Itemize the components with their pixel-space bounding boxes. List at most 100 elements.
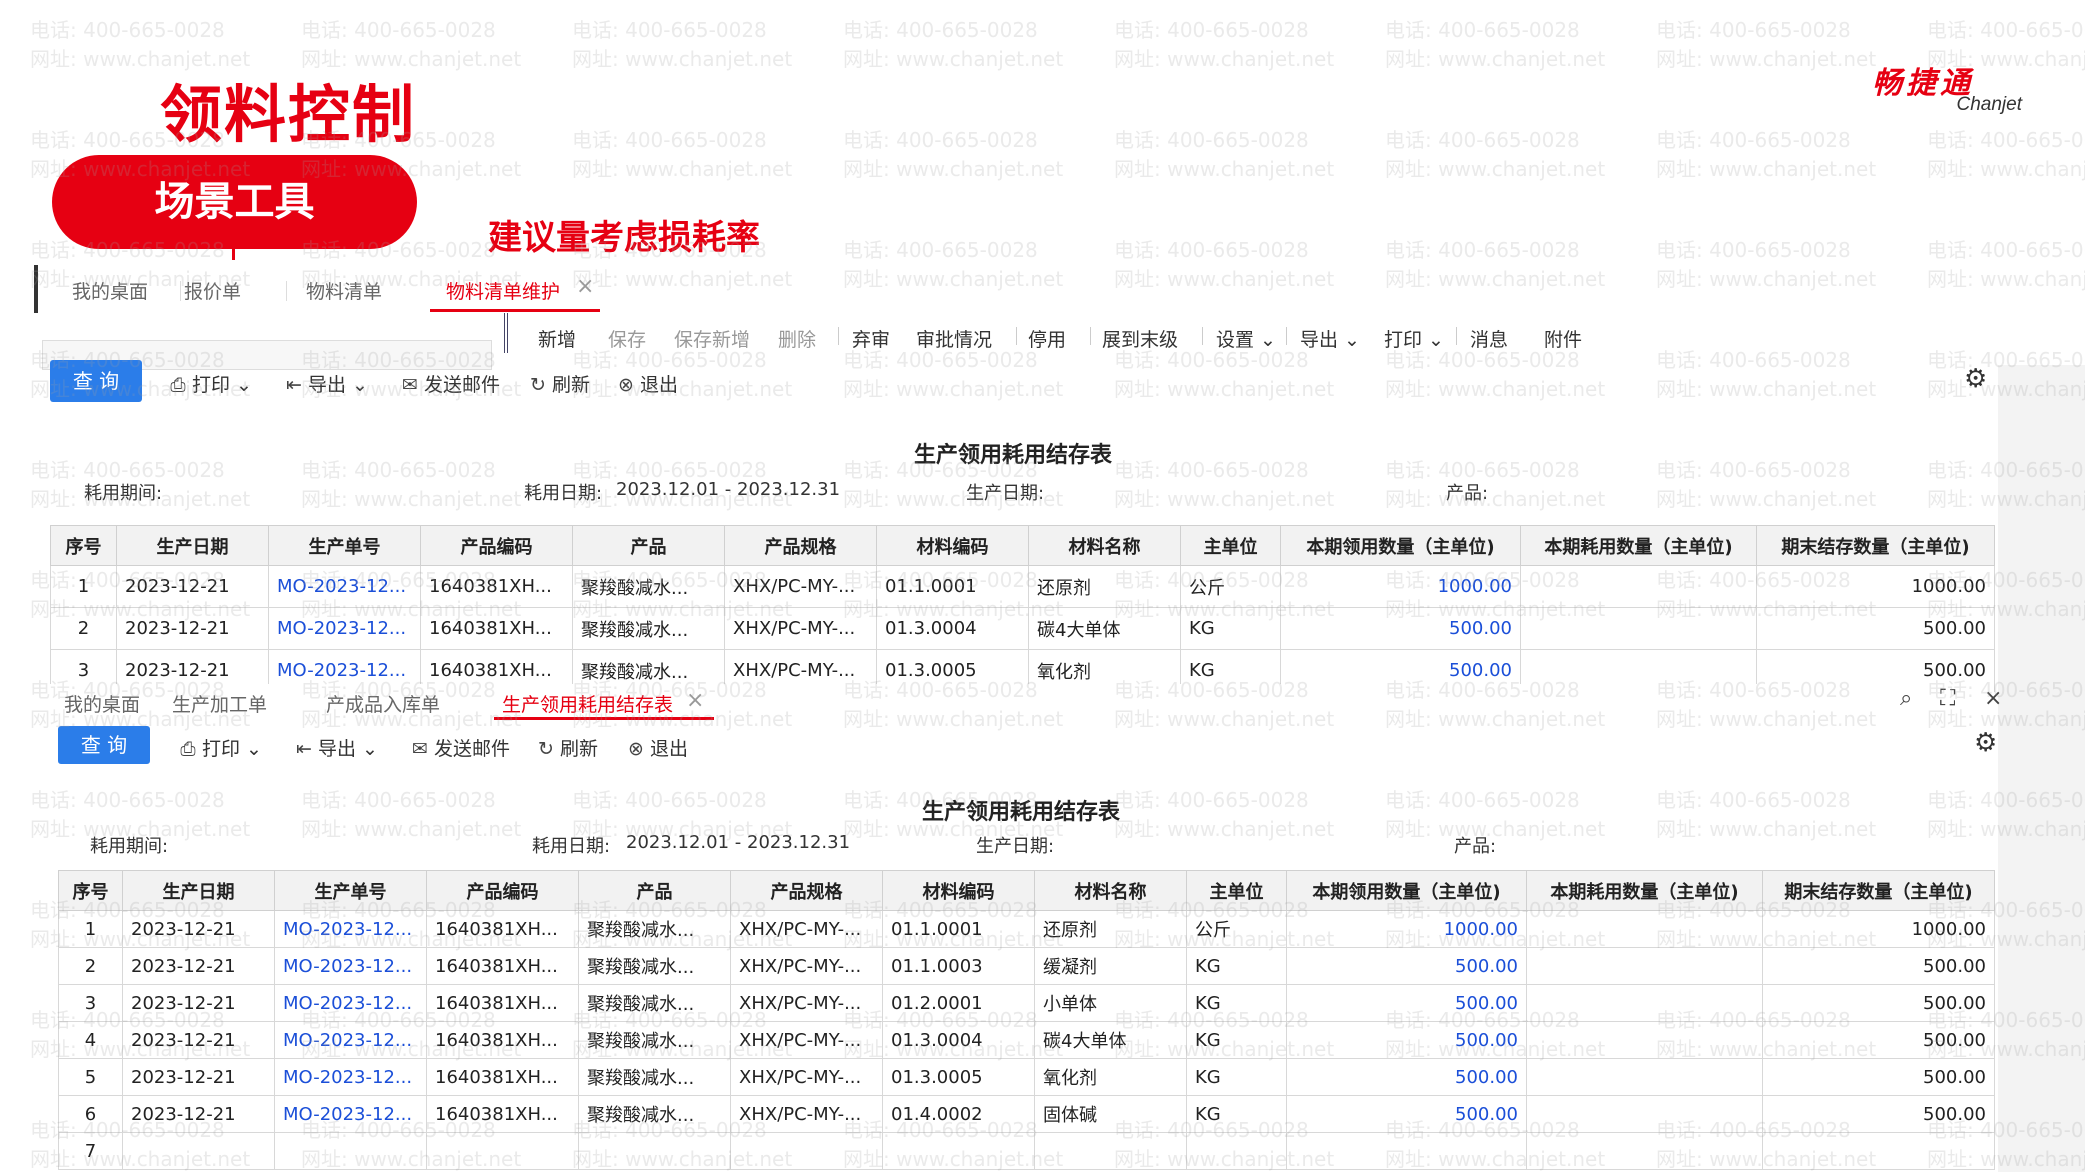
tab-production-order[interactable]: 生产加工单	[172, 690, 267, 717]
watermark-phone: 电话: 400-665-0028	[843, 238, 1038, 262]
column-header-product-spec[interactable]: 产品规格	[724, 525, 877, 566]
print-label: 打印	[202, 738, 241, 760]
table-row[interactable]: 7	[58, 1132, 1995, 1170]
cell-order-no[interactable]: MO-2023-12...	[268, 565, 421, 608]
tab-finished-goods-receipt[interactable]: 产成品入库单	[326, 690, 440, 717]
cell-order-no[interactable]	[274, 1132, 427, 1170]
column-header-material-code[interactable]: 材料编码	[882, 870, 1035, 911]
refresh-button[interactable]: ↻ 刷新	[528, 370, 590, 397]
action-print[interactable]: 打印 ⌄	[1384, 325, 1444, 352]
close-window-icon[interactable]: ×	[1984, 686, 2002, 711]
column-header-issued-qty[interactable]: 本期领用数量（主单位)	[1280, 525, 1521, 566]
table-row[interactable]: 1 2023-12-21 MO-2023-12... 1640381XH... 聚羧酸减…	[50, 565, 1995, 608]
column-header-product-code[interactable]: 产品编码	[426, 870, 579, 911]
close-icon[interactable]: ×	[576, 274, 594, 299]
cell-main-unit: 公斤	[1186, 910, 1287, 948]
column-header-seq[interactable]: 序号	[50, 525, 117, 566]
column-header-ending-qty[interactable]: 期末结存数量（主单位)	[1756, 525, 1995, 566]
table-row[interactable]: 6 2023-12-21 MO-2023-12... 1640381XH... 聚羧酸减…	[58, 1095, 1995, 1133]
tab-desktop[interactable]: 我的桌面	[64, 690, 140, 717]
action-save[interactable]: 保存	[608, 325, 646, 352]
action-new[interactable]: 新增	[538, 325, 576, 352]
table-row[interactable]: 5 2023-12-21 MO-2023-12... 1640381XH... 聚羧酸减…	[58, 1058, 1995, 1096]
cell-order-no[interactable]: MO-2023-12...	[274, 1095, 427, 1133]
action-delete[interactable]: 删除	[778, 325, 816, 352]
table-row[interactable]: 4 2023-12-21 MO-2023-12... 1640381XH... 聚羧酸减…	[58, 1021, 1995, 1059]
column-header-product-code[interactable]: 产品编码	[420, 525, 573, 566]
tab-quotation[interactable]: 报价单	[184, 277, 241, 304]
meta-product-label: 产品:	[1446, 483, 1489, 504]
cell-order-no[interactable]: MO-2023-12...	[274, 1021, 427, 1059]
column-header-material-name[interactable]: 材料名称	[1034, 870, 1187, 911]
maximize-icon[interactable]: ⛶	[1940, 686, 1955, 711]
send-email-button[interactable]: ✉ 发送邮件	[400, 370, 500, 397]
gear-icon[interactable]: ⚙	[1974, 728, 1997, 758]
cell-consumed-qty	[1526, 1095, 1763, 1133]
column-header-material-name[interactable]: 材料名称	[1028, 525, 1181, 566]
cell-order-no[interactable]: MO-2023-12...	[274, 910, 427, 948]
tab-consumption-report[interactable]: 生产领用耗用结存表	[502, 690, 673, 717]
column-header-product-spec[interactable]: 产品规格	[730, 870, 883, 911]
action-separator	[1016, 327, 1017, 345]
exit-button[interactable]: ⊗ 退出	[626, 734, 688, 761]
cell-order-no[interactable]: MO-2023-12...	[274, 984, 427, 1022]
table-row[interactable]: 3 2023-12-21 MO-2023-12... 1640381XH... 聚羧酸减…	[58, 984, 1995, 1022]
column-header-main-unit[interactable]: 主单位	[1186, 870, 1287, 911]
column-header-consumed-qty[interactable]: 本期耗用数量（主单位)	[1526, 870, 1763, 911]
action-export[interactable]: 导出 ⌄	[1300, 325, 1360, 352]
table-row[interactable]: 2 2023-12-21 MO-2023-12... 1640381XH... 聚羧酸减…	[50, 607, 1995, 650]
print-button[interactable]: ⎙ 打印 ⌄	[178, 734, 262, 761]
cell-material-name: 缓凝剂	[1034, 947, 1187, 985]
action-attachment[interactable]: 附件	[1544, 325, 1582, 352]
column-header-seq[interactable]: 序号	[58, 870, 123, 911]
column-header-order-no[interactable]: 生产单号	[268, 525, 421, 566]
export-icon: ⇤	[286, 374, 302, 396]
column-header-order-no[interactable]: 生产单号	[274, 870, 427, 911]
tab-separator	[286, 281, 287, 301]
tab-bom[interactable]: 物料清单	[306, 277, 382, 304]
column-header-prod-date[interactable]: 生产日期	[116, 525, 269, 566]
action-expand-leaf[interactable]: 展到末级	[1102, 325, 1178, 352]
cell-product-code	[426, 1132, 579, 1170]
meta-period-label: 耗用期间:	[90, 836, 169, 857]
watermark-site: 网址: www.chanjet.net	[843, 47, 1064, 71]
cell-main-unit: KG	[1186, 1095, 1287, 1133]
cell-order-no[interactable]: MO-2023-12...	[274, 947, 427, 985]
tab-desktop[interactable]: 我的桌面	[72, 277, 148, 304]
action-separator	[1456, 327, 1457, 345]
column-header-material-code[interactable]: 材料编码	[876, 525, 1029, 566]
print-button[interactable]: ⎙ 打印 ⌄	[168, 370, 252, 397]
gear-icon[interactable]: ⚙	[1964, 364, 1987, 394]
watermark-phone: 电话: 400-665-0028	[301, 18, 496, 42]
table-row[interactable]: 2 2023-12-21 MO-2023-12... 1640381XH... 聚羧酸减…	[58, 947, 1995, 985]
close-icon[interactable]: ×	[686, 688, 704, 713]
query-button[interactable]: 查 询	[50, 360, 142, 402]
send-email-button[interactable]: ✉ 发送邮件	[410, 734, 510, 761]
watermark-text: 电话: 400-665-0028 网址: www.chanjet.net	[1927, 126, 2085, 184]
query-button[interactable]: 查 询	[58, 726, 150, 764]
tab-bom-maintenance[interactable]: 物料清单维护	[446, 277, 560, 304]
exit-button[interactable]: ⊗ 退出	[616, 370, 678, 397]
action-disable[interactable]: 停用	[1028, 325, 1066, 352]
column-header-product[interactable]: 产品	[578, 870, 731, 911]
action-settings[interactable]: 设置 ⌄	[1216, 325, 1276, 352]
cell-order-no[interactable]: MO-2023-12...	[268, 607, 421, 650]
cell-prod-date: 2023-12-21	[122, 1058, 275, 1096]
action-message[interactable]: 消息	[1470, 325, 1508, 352]
column-header-issued-qty[interactable]: 本期领用数量（主单位)	[1286, 870, 1527, 911]
column-header-ending-qty[interactable]: 期末结存数量（主单位)	[1762, 870, 1995, 911]
cell-order-no[interactable]: MO-2023-12...	[274, 1058, 427, 1096]
export-button[interactable]: ⇤ 导出 ⌄	[294, 734, 378, 761]
search-icon[interactable]: ⌕	[1900, 686, 1912, 711]
watermark-site: 网址: www.chanjet.net	[1385, 157, 1606, 181]
refresh-button[interactable]: ↻ 刷新	[536, 734, 598, 761]
action-unapprove[interactable]: 弃审	[852, 325, 890, 352]
column-header-product[interactable]: 产品	[572, 525, 725, 566]
column-header-main-unit[interactable]: 主单位	[1180, 525, 1281, 566]
column-header-consumed-qty[interactable]: 本期耗用数量（主单位)	[1520, 525, 1757, 566]
action-save-new[interactable]: 保存新增	[674, 325, 750, 352]
action-approval-status[interactable]: 审批情况	[916, 325, 992, 352]
export-button[interactable]: ⇤ 导出 ⌄	[284, 370, 368, 397]
column-header-prod-date[interactable]: 生产日期	[122, 870, 275, 911]
table-row[interactable]: 1 2023-12-21 MO-2023-12... 1640381XH... 聚羧酸减…	[58, 910, 1995, 948]
